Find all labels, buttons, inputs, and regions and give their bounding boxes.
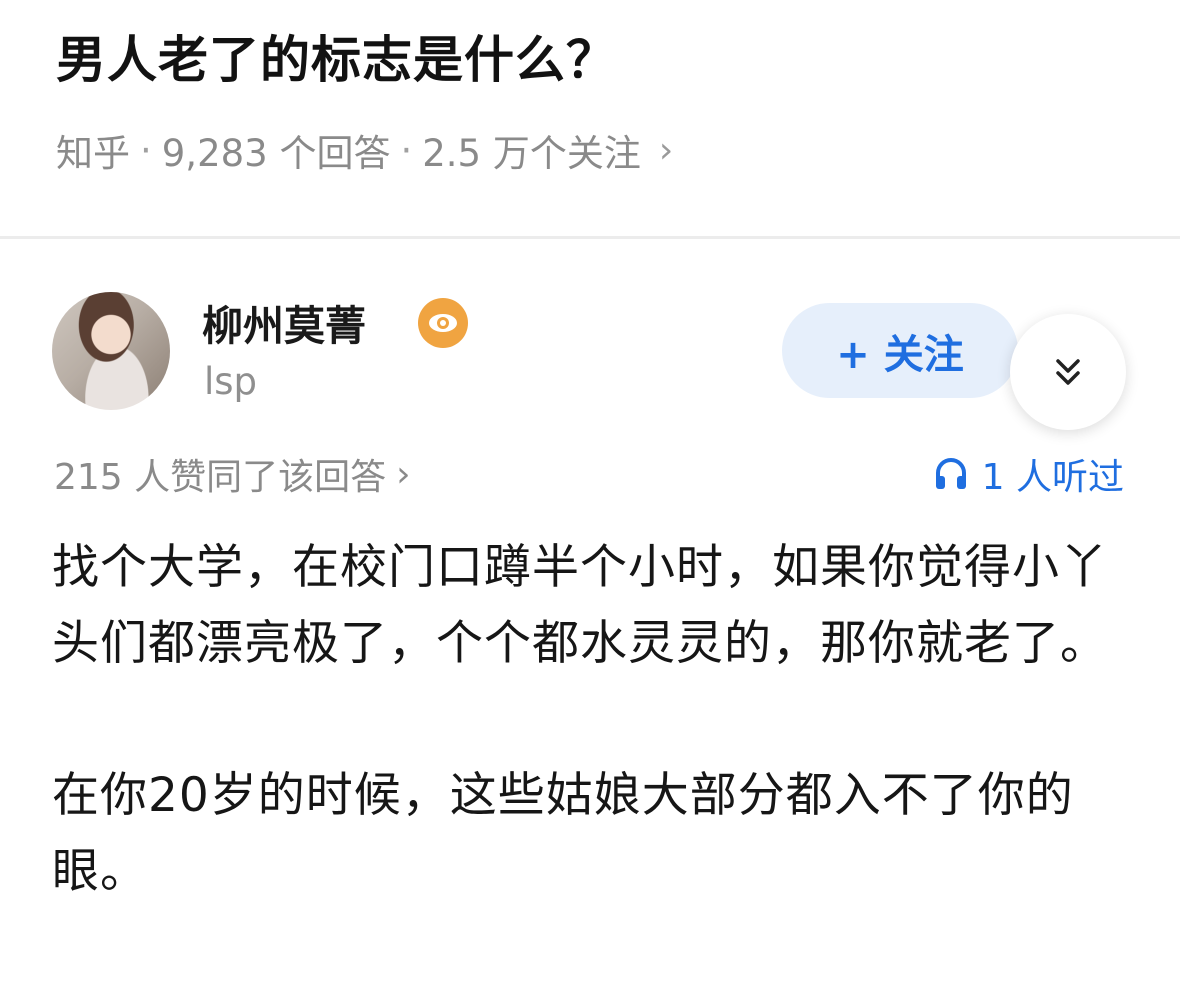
section-divider [0, 236, 1180, 239]
upvote-count: 215 人赞同了该回答 [54, 457, 387, 498]
listen-info[interactable]: 1 人听过 [932, 448, 1124, 500]
follow-button[interactable]: + 关注 [782, 303, 1018, 398]
source-label: 知乎 [56, 132, 130, 175]
chevron-right-icon: › [396, 453, 411, 495]
expand-button[interactable] [1010, 314, 1126, 430]
author-bio: lsp [204, 360, 258, 403]
meta-separator: · [400, 128, 413, 172]
question-meta[interactable]: 知乎 · 9,283 个回答 · 2.5 万个关注 › [56, 125, 674, 176]
chevron-right-icon: › [658, 129, 674, 171]
author-name[interactable]: 柳州莫菁 [202, 292, 366, 352]
question-title[interactable]: 男人老了的标志是什么？ [56, 30, 617, 90]
follower-count: 2.5 万个关注 [422, 132, 641, 175]
upvote-info[interactable]: 215 人赞同了该回答 › [54, 448, 411, 500]
answer-paragraph: 找个大学，在校门口蹲半个小时，如果你觉得小丫头们都漂亮极了，个个都水灵灵的，那你… [52, 540, 1108, 671]
avatar[interactable] [52, 292, 170, 410]
double-chevron-down-icon [1056, 359, 1080, 385]
listener-count: 1 人听过 [981, 457, 1124, 498]
eye-badge-icon [418, 298, 468, 348]
follow-label: + 关注 [836, 331, 964, 378]
headphones-icon [935, 458, 966, 489]
answer-paragraph: 在你20岁的时候，这些姑娘大部分都入不了你的眼。 [52, 768, 1074, 899]
meta-separator: · [140, 128, 152, 172]
answer-count: 9,283 个回答 [161, 132, 391, 175]
answer-content: 找个大学，在校门口蹲半个小时，如果你觉得小丫头们都漂亮极了，个个都水灵灵的，那你… [52, 530, 1132, 986]
